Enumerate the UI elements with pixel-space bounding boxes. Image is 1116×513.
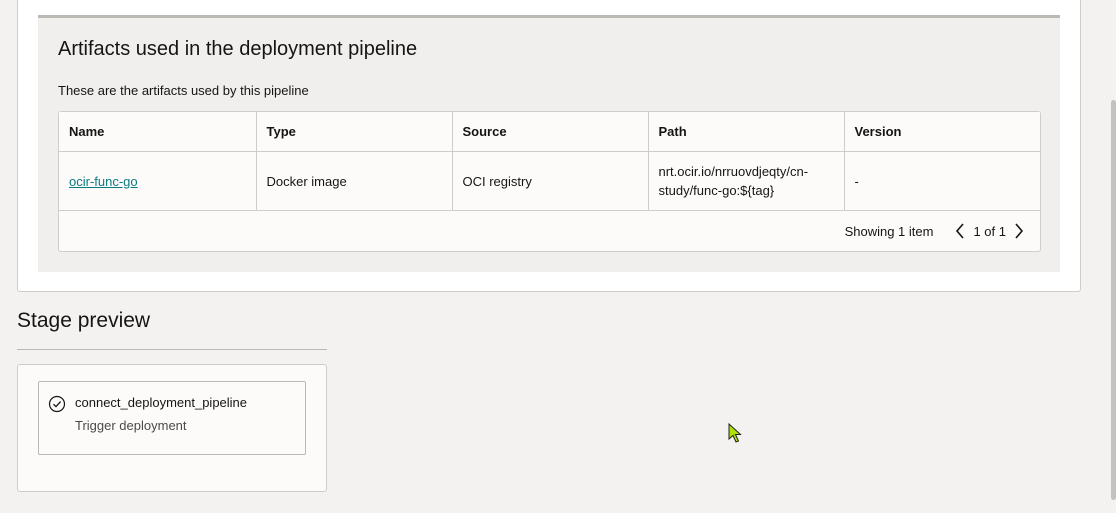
cell-path: nrt.ocir.io/nrruovdjeqty/cn- study/func-… bbox=[648, 151, 845, 211]
stage-type: Trigger deployment bbox=[75, 418, 187, 433]
path-line-2: study/func-go:${tag} bbox=[658, 183, 775, 198]
table-row: ocir-func-go Docker image OCI registry n… bbox=[59, 151, 1040, 211]
item-count: Showing 1 item bbox=[844, 223, 934, 239]
column-header-name[interactable]: Name bbox=[59, 112, 257, 152]
pagination: Showing 1 item 1 of 1 bbox=[845, 211, 1030, 251]
cell-source: OCI registry bbox=[452, 151, 649, 211]
stage-preview-divider bbox=[17, 349, 327, 350]
vertical-scrollbar[interactable] bbox=[1111, 100, 1116, 500]
column-header-path[interactable]: Path bbox=[648, 112, 845, 152]
artifacts-table: Name Type Source Path Version ocir-func-… bbox=[58, 111, 1041, 252]
cell-version: - bbox=[844, 151, 1040, 211]
stage-name: connect_deployment_pipeline bbox=[75, 395, 248, 410]
table-header-row: Name Type Source Path Version bbox=[59, 112, 1040, 152]
page-indicator: 1 of 1 bbox=[973, 223, 1006, 239]
mouse-cursor-icon bbox=[728, 423, 742, 443]
artifact-name-link[interactable]: ocir-func-go bbox=[69, 174, 138, 189]
previous-page-icon[interactable] bbox=[949, 220, 971, 242]
path-line-1: nrt.ocir.io/nrruovdjeqty/cn- bbox=[658, 164, 809, 179]
column-header-source[interactable]: Source bbox=[452, 112, 649, 152]
next-page-icon[interactable] bbox=[1008, 220, 1030, 242]
artifacts-description: These are the artifacts used by this pip… bbox=[58, 83, 309, 98]
artifacts-title: Artifacts used in the deployment pipelin… bbox=[58, 38, 418, 60]
column-header-type[interactable]: Type bbox=[256, 112, 453, 152]
column-header-version[interactable]: Version bbox=[844, 112, 1040, 152]
stage-preview-title: Stage preview bbox=[17, 309, 151, 332]
cell-type: Docker image bbox=[256, 151, 453, 211]
check-circle-icon bbox=[48, 395, 66, 413]
cell-name: ocir-func-go bbox=[59, 151, 257, 211]
